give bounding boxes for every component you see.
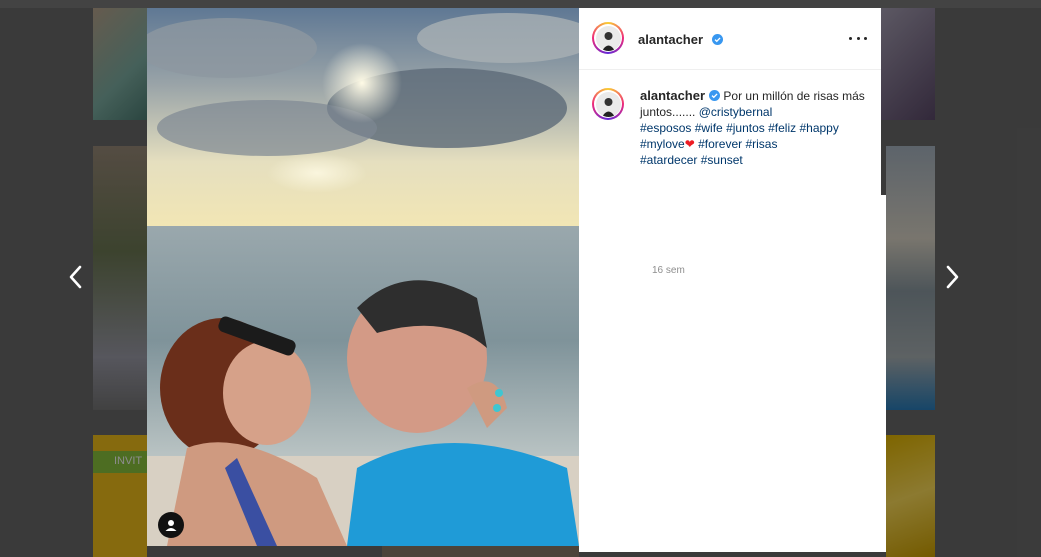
chevron-right-icon: [946, 265, 959, 289]
chevron-left-icon: [69, 265, 82, 289]
hashtag-link[interactable]: #mylove: [640, 137, 685, 151]
hashtag-link[interactable]: #sunset: [701, 153, 743, 167]
hashtag-link[interactable]: #esposos: [640, 121, 691, 135]
post-photo[interactable]: [147, 8, 579, 546]
post-header: alantacher: [579, 8, 881, 70]
hashtag-link[interactable]: #wife: [695, 121, 723, 135]
caption-text: alantacher Por un millón de risas más ju…: [640, 88, 868, 168]
header-username-row: alantacher: [638, 31, 723, 49]
post-sidebar: alantacher alantacher Por un millón de r…: [579, 8, 881, 552]
hashtag-link[interactable]: #risas: [745, 137, 777, 151]
hashtag-link[interactable]: #atardecer: [640, 153, 697, 167]
more-dot-icon: [864, 36, 867, 40]
woman-face: [223, 341, 311, 445]
header-username[interactable]: alantacher: [638, 32, 703, 47]
hashtag-link[interactable]: #feliz: [768, 121, 796, 135]
more-dot-icon: [849, 36, 852, 40]
previous-post-button[interactable]: [60, 262, 90, 292]
caption-avatar[interactable]: [592, 88, 624, 120]
tagged-users-button[interactable]: [158, 512, 184, 538]
hashtag-link[interactable]: #juntos: [726, 121, 765, 135]
user-tag-icon: [165, 520, 177, 531]
author-avatar[interactable]: [592, 22, 624, 54]
hashtag-link[interactable]: #forever: [698, 137, 742, 151]
verified-badge-icon: [711, 34, 723, 45]
more-options-button[interactable]: [849, 30, 867, 46]
next-post-button[interactable]: [938, 262, 968, 292]
more-dot-icon: [856, 36, 860, 40]
heart-emoji: ❤: [684, 137, 695, 151]
caption-username[interactable]: alantacher: [640, 88, 705, 103]
verified-badge-icon: [709, 90, 721, 101]
avatar-photo: [601, 31, 615, 51]
avatar-photo: [601, 97, 615, 117]
post-timestamp[interactable]: 16 sem: [652, 265, 685, 276]
hashtag-link[interactable]: #happy: [799, 121, 838, 135]
mention-link[interactable]: @cristybernal: [699, 105, 773, 119]
